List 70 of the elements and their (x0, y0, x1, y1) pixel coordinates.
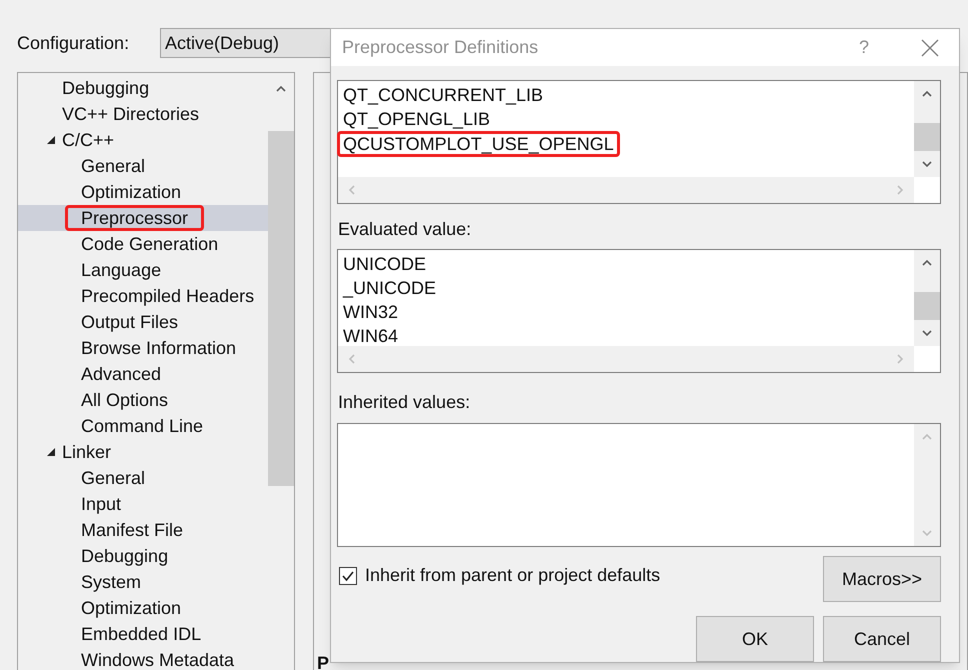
tree-item-label: General (81, 154, 146, 178)
property-description-title: P (317, 652, 330, 670)
tree-item[interactable]: Precompiled Headers (18, 283, 268, 309)
tree-item-label: Windows Metadata (81, 648, 234, 670)
tree-item[interactable]: Optimization (18, 595, 268, 621)
list-entry: QT_OPENGL_LIB (343, 108, 490, 131)
tree-item-label: System (81, 570, 142, 594)
tree-item-label: Manifest File (81, 518, 184, 542)
list-box[interactable]: QT_CONCURRENT_LIB QT_OPENGL_LIB QCUSTOMPLOT_USE_OPENGL (337, 80, 941, 204)
tree-item-label: Command Line (81, 414, 204, 438)
tree-item[interactable]: Command Line (18, 413, 268, 439)
scrollbar-thumb[interactable] (914, 292, 940, 320)
tree-item-label: Precompiled Headers (81, 284, 254, 308)
list-entry: WIN64 (343, 325, 398, 348)
macros-button[interactable]: Macros>> (823, 556, 941, 602)
evaluated-label: Evaluated value: (338, 218, 472, 241)
list-entry: WIN32 (343, 301, 398, 324)
tree-item[interactable]: Embedded IDL (18, 621, 268, 647)
tree-item[interactable]: Language (18, 257, 268, 283)
scrollbar-thumb[interactable] (914, 123, 940, 151)
tree-item-label: Preprocessor (65, 205, 204, 231)
tree-item[interactable]: Windows Metadata (18, 647, 268, 670)
tree-item[interactable]: All Options (18, 387, 268, 413)
close-icon[interactable] (921, 38, 939, 56)
tree-item[interactable]: Code Generation (18, 231, 268, 257)
tree-item[interactable]: Output Files (18, 309, 268, 335)
list-entry: UNICODE (343, 253, 426, 276)
tree-item-label: Debugging (81, 544, 168, 568)
tree-item[interactable]: Debugging (18, 543, 268, 569)
tree-item-label: Optimization (81, 180, 182, 204)
tree-item-label: Linker (62, 440, 112, 464)
tree-item[interactable]: Manifest File (18, 517, 268, 543)
ok-button[interactable]: OK (696, 616, 814, 662)
list-entry: _UNICODE (343, 277, 436, 300)
list-box[interactable]: UNICODE _UNICODE WIN32 WIN64 (337, 249, 941, 373)
inherited-label: Inherited values: (338, 391, 472, 414)
tree-item[interactable]: Input (18, 491, 268, 517)
tree-item-label: All Options (81, 388, 168, 412)
list-entry: QT_CONCURRENT_LIB (343, 84, 544, 107)
cancel-button[interactable]: Cancel (823, 616, 941, 662)
inherit-checkbox[interactable]: Inherit from parent or project defaults (337, 562, 823, 589)
tree-item[interactable]: General (18, 153, 268, 179)
tree-item[interactable]: General (18, 465, 268, 491)
tree-item[interactable]: Advanced (18, 361, 268, 387)
tree-item[interactable]: Debugging (18, 75, 268, 101)
tree-item[interactable]: Optimization (18, 179, 268, 205)
tree-item-label: Input (81, 492, 122, 516)
expanded-triangle-icon[interactable] (46, 135, 56, 145)
tree-item-label: Debugging (62, 76, 150, 100)
tree-item[interactable]: Linker (18, 439, 268, 465)
tree-item-label: Code Generation (81, 232, 218, 256)
tree-item-label: Language (81, 258, 162, 282)
tree-item-label: Output Files (81, 310, 178, 334)
configuration-label: Configuration: (17, 32, 130, 55)
tree-item-label: General (81, 466, 146, 490)
tree-item-label: Advanced (81, 362, 162, 386)
tree-item[interactable]: Browse Information (18, 335, 268, 361)
tree-item[interactable]: VC++ Directories (18, 101, 268, 127)
expanded-triangle-icon[interactable] (46, 447, 56, 457)
list-entry: QCUSTOMPLOT_USE_OPENGL (337, 131, 620, 157)
tree-item-label: Optimization (81, 596, 182, 620)
tree-item[interactable]: Preprocessor (18, 205, 268, 231)
tree-item-label: VC++ Directories (62, 102, 200, 126)
tree-item-label: Embedded IDL (81, 622, 202, 646)
tree-item[interactable]: C/C++ (18, 127, 268, 153)
tree-item[interactable]: System (18, 569, 268, 595)
checkmark-icon (341, 568, 355, 582)
tree-item-label: C/C++ (62, 128, 114, 152)
tree-item-label: Browse Information (81, 336, 236, 360)
scrollbar-thumb[interactable] (268, 131, 294, 486)
